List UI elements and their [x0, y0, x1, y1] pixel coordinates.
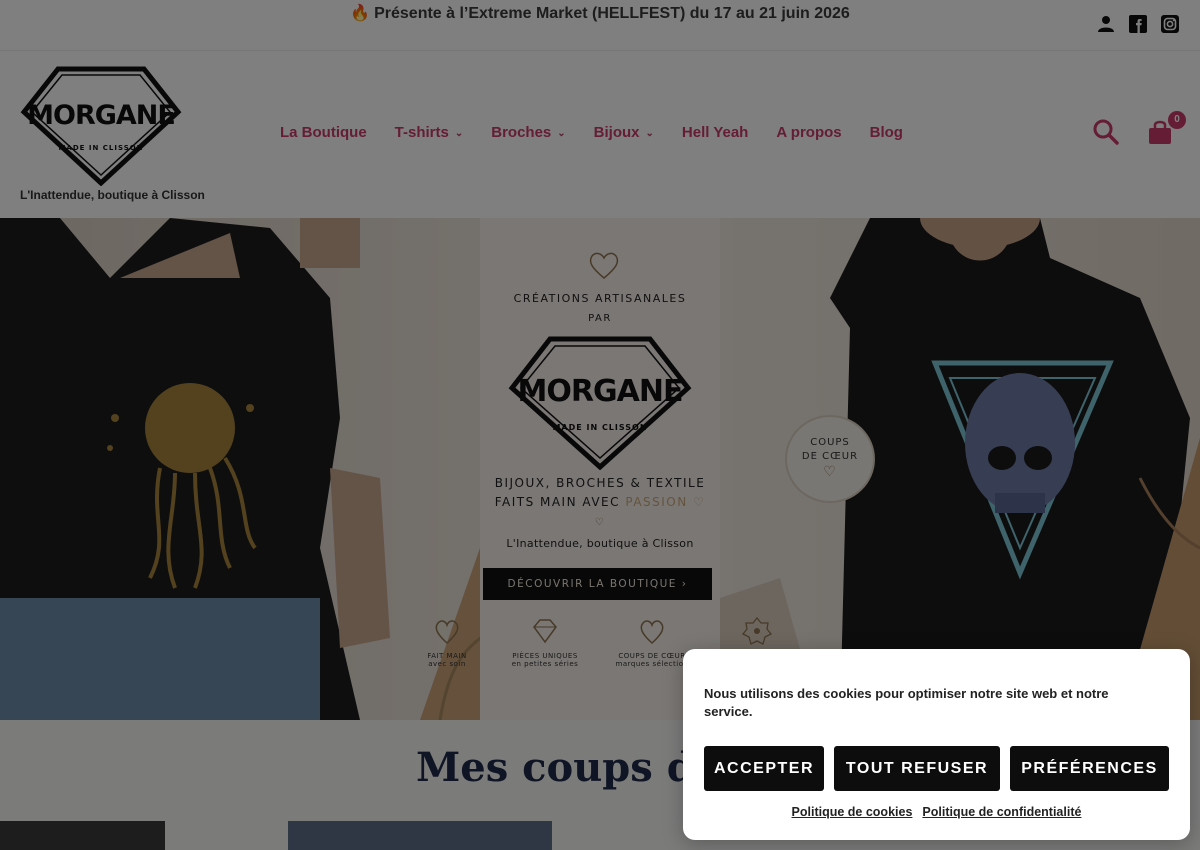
- cookie-consent-dialog: Nous utilisons des cookies pour optimise…: [683, 649, 1190, 840]
- accept-cookies-button[interactable]: ACCEPTER: [704, 746, 824, 791]
- refuse-all-cookies-button[interactable]: TOUT REFUSER: [834, 746, 1000, 791]
- cookie-policy-link[interactable]: Politique de cookies: [792, 805, 913, 819]
- privacy-policy-link[interactable]: Politique de confidentialité: [922, 805, 1081, 819]
- cookie-message: Nous utilisons des cookies pour optimise…: [704, 686, 1109, 719]
- cookie-policy-links: Politique de cookies Politique de confid…: [683, 805, 1190, 819]
- cookie-preferences-button[interactable]: PRÉFÉRENCES: [1010, 746, 1169, 791]
